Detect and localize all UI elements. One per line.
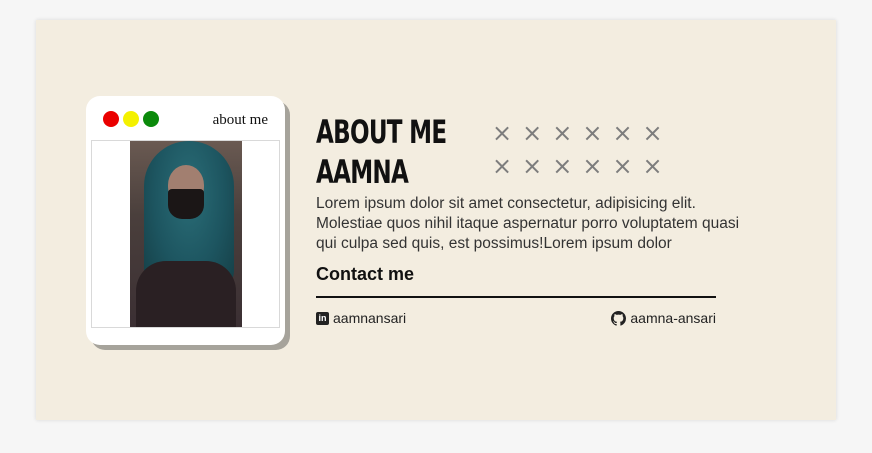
- contact-heading: Contact me: [316, 264, 415, 284]
- linkedin-label: aamnansari: [333, 310, 407, 326]
- minimize-dot[interactable]: [123, 111, 139, 127]
- heading-about-me: ABOUT ME: [316, 113, 447, 151]
- about-card: about me ABOUT ME AAMNA ×××××× ×××××× Lo…: [36, 20, 836, 420]
- decor-cross-row: ××××××: [492, 152, 673, 180]
- decor-cross-row: ××××××: [492, 119, 673, 147]
- bio-text: Lorem ipsum dolor sit amet consectetur, …: [316, 195, 740, 252]
- window-title: about me: [212, 112, 268, 128]
- github-link[interactable]: aamna-ansari: [611, 310, 716, 326]
- profile-photo-frame: [91, 140, 280, 328]
- heading-name: AAMNA: [316, 153, 409, 191]
- window-controls: [103, 111, 159, 127]
- profile-window: about me: [86, 96, 285, 345]
- github-label: aamna-ansari: [630, 310, 716, 326]
- github-icon: [611, 310, 627, 326]
- divider: [316, 296, 716, 298]
- close-dot[interactable]: [103, 111, 119, 127]
- linkedin-link[interactable]: in aamnansari: [316, 310, 406, 326]
- maximize-dot[interactable]: [143, 111, 159, 127]
- linkedin-icon: in: [316, 311, 329, 325]
- profile-photo: [130, 141, 242, 327]
